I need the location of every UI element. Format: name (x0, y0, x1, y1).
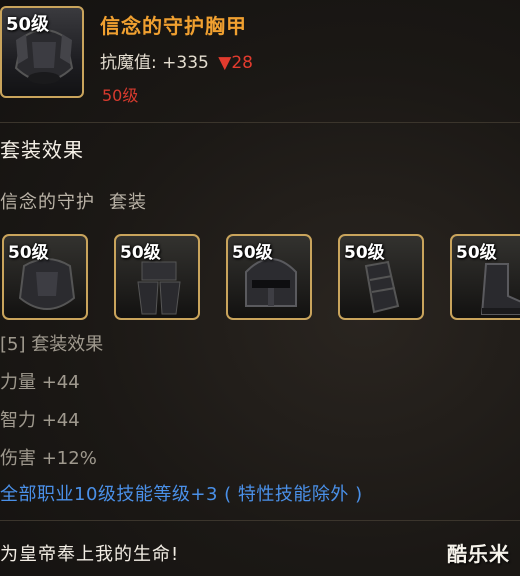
chest-armor-icon[interactable]: 50级 (0, 6, 84, 98)
item-name: 信念的守护胸甲 (100, 14, 247, 38)
chest-armor-icon[interactable]: 50级 (2, 234, 88, 320)
effect-damage: 伤害 +12% (0, 448, 97, 469)
item-tooltip-panel: 50级 信念的守护胸甲 抗魔值: +335 ▼28 50级 套装效果 信念的守护… (0, 0, 520, 576)
divider (0, 520, 520, 521)
piece-level-tag: 50级 (232, 243, 273, 263)
watermark: 酷乐米 (447, 542, 510, 566)
stat-delta: ▼28 (218, 53, 253, 73)
piece-level-tag: 50级 (344, 243, 385, 263)
piece-level-tag: 50级 (456, 243, 497, 263)
piece-level-tag: 50级 (120, 243, 161, 263)
item-header: 50级 信念的守护胸甲 抗魔值: +335 ▼28 50级 (0, 0, 520, 122)
magic-resist-stat: 抗魔值: +335 ▼28 (100, 48, 253, 73)
stat-label: 抗魔值: (100, 53, 157, 73)
piece-level-tag: 50级 (8, 243, 49, 263)
set-name: 信念的守护 (0, 192, 95, 213)
boots-icon[interactable]: 50级 (450, 234, 520, 320)
effect-skill-bonus: 全部职业10级技能等级+3 ( 特性技能除外 ) (0, 484, 363, 505)
required-level: 50级 (102, 86, 139, 105)
effect-intelligence: 智力 +44 (0, 410, 80, 431)
stat-value: +335 (162, 53, 209, 73)
set-name-line: 信念的守护 套装 (0, 188, 147, 214)
set-effects-title: 套装效果 (0, 138, 84, 162)
leg-armor-icon[interactable]: 50级 (114, 234, 200, 320)
gauntlet-icon[interactable]: 50级 (338, 234, 424, 320)
item-level-tag: 50级 (6, 14, 50, 35)
helmet-icon[interactable]: 50级 (226, 234, 312, 320)
effect-strength: 力量 +44 (0, 372, 80, 393)
effects-header: [5] 套装效果 (0, 334, 104, 355)
flavor-text: 为皇帝奉上我的生命! (0, 544, 180, 565)
set-pieces-row: 50级 50级 50级 50级 50级 (0, 234, 520, 320)
set-suffix: 套装 (109, 192, 147, 213)
divider (0, 122, 520, 123)
